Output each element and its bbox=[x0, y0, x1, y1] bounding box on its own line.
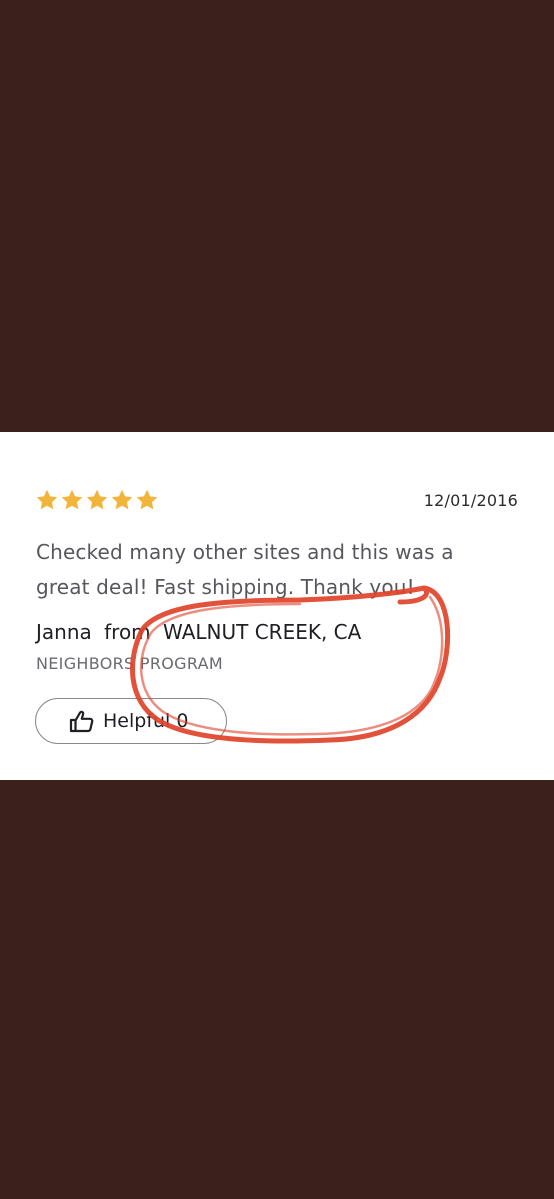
reviewer-program: NEIGHBORS PROGRAM bbox=[36, 654, 223, 673]
reviewer-line: Janna from WALNUT CREEK, CA bbox=[36, 620, 361, 644]
helpful-button[interactable]: Helpful 0 bbox=[35, 698, 227, 744]
reviewer-from-word: from bbox=[104, 620, 151, 644]
reviewer-location: WALNUT CREEK, CA bbox=[163, 620, 362, 644]
thumbs-up-icon bbox=[69, 710, 94, 733]
star-rating bbox=[35, 488, 159, 512]
star-icon bbox=[135, 488, 159, 512]
star-icon bbox=[85, 488, 109, 512]
helpful-label: Helpful bbox=[103, 710, 171, 732]
star-icon bbox=[110, 488, 134, 512]
helpful-count: 0 bbox=[176, 710, 189, 732]
star-icon bbox=[60, 488, 84, 512]
reviewer-name: Janna bbox=[36, 620, 92, 644]
star-icon bbox=[35, 488, 59, 512]
review-text: Checked many other sites and this was a … bbox=[36, 540, 454, 599]
review-date: 12/01/2016 bbox=[423, 491, 518, 510]
